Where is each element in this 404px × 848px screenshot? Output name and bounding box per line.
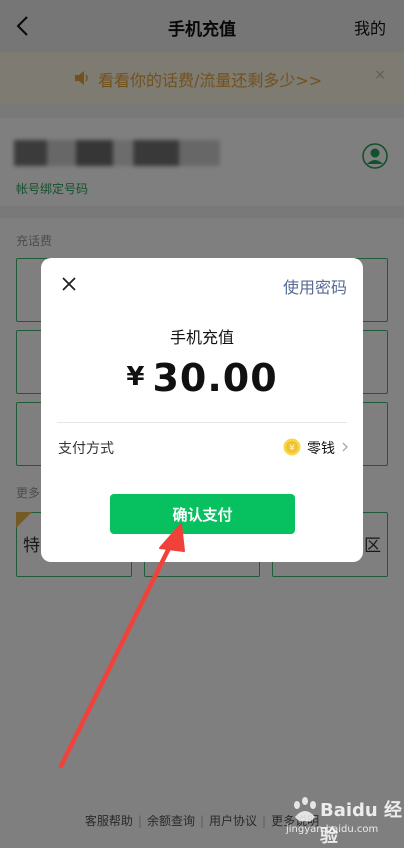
watermark-url: jingyan.baidu.com <box>286 824 379 835</box>
watermark-text: Baidu 经验 <box>320 800 403 847</box>
annotation-arrow <box>58 523 185 769</box>
